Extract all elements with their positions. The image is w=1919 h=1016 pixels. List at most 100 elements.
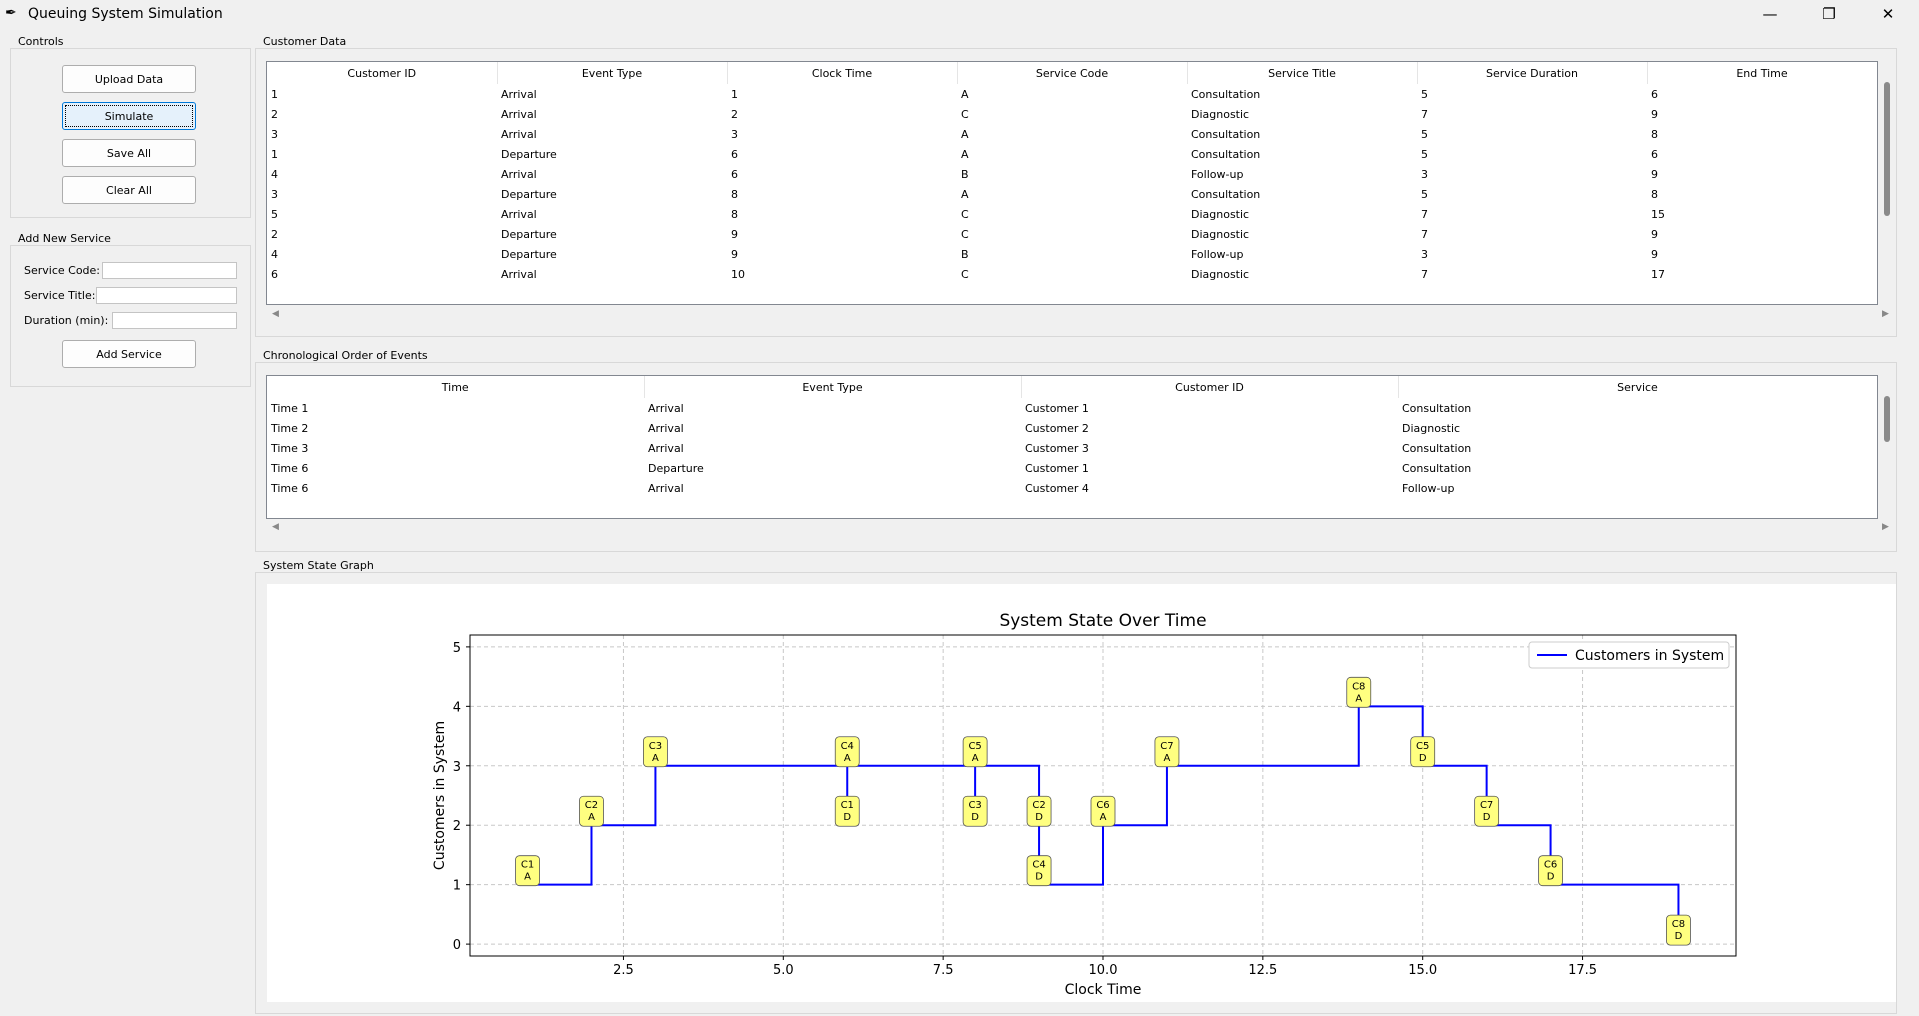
table-cell: Arrival: [501, 267, 537, 281]
table-cell: 6: [1651, 87, 1658, 101]
annotation-event-label: D: [1419, 753, 1427, 764]
table-row[interactable]: 3 Departure 8 A Consultation 5 8: [267, 184, 1877, 204]
customer-data-column-header[interactable]: Customer ID: [267, 62, 498, 84]
close-icon[interactable]: ✕: [1865, 0, 1911, 29]
table-cell: 3: [1421, 167, 1428, 181]
table-row[interactable]: 2 Arrival 2 C Diagnostic 7 9: [267, 104, 1877, 124]
table-cell: Departure: [648, 461, 704, 475]
table-cell: Diagnostic: [1191, 267, 1250, 281]
customer-data-column-header[interactable]: Service Title: [1187, 62, 1418, 84]
table-cell: 9: [731, 227, 738, 241]
table-cell: 3: [271, 187, 278, 201]
customer-data-vscrollbar[interactable]: [1884, 82, 1890, 216]
upload-data-button[interactable]: Upload Data: [62, 65, 196, 93]
annotation-customer-label: C2: [1032, 800, 1045, 811]
annotation-event-label: A: [972, 753, 979, 764]
table-cell: 7: [1421, 227, 1428, 241]
annotation-customer-label: C5: [1416, 741, 1429, 752]
table-cell: 9: [1651, 227, 1658, 241]
service-code-input[interactable]: [102, 262, 237, 279]
table-row[interactable]: 1 Arrival 1 A Consultation 5 6: [267, 84, 1877, 104]
add-service-button[interactable]: Add Service: [62, 340, 196, 368]
annotation-customer-label: C3: [649, 741, 662, 752]
table-row[interactable]: 3 Arrival 3 A Consultation 5 8: [267, 124, 1877, 144]
table-cell: 5: [1421, 87, 1428, 101]
events-column-header[interactable]: Event Type: [644, 376, 1022, 398]
duration-input[interactable]: [112, 312, 237, 329]
events-vscrollbar[interactable]: [1884, 396, 1890, 442]
events-column-header[interactable]: Customer ID: [1021, 376, 1399, 398]
table-cell: Arrival: [648, 441, 684, 455]
table-cell: Customer 4: [1025, 481, 1089, 495]
table-cell: 6: [731, 147, 738, 161]
table-cell: Arrival: [648, 421, 684, 435]
table-cell: 7: [1421, 267, 1428, 281]
table-cell: A: [961, 87, 969, 101]
y-tick-label: 3: [453, 760, 461, 775]
save-all-button[interactable]: Save All: [62, 139, 196, 167]
service-title-input[interactable]: [96, 287, 237, 304]
table-cell: Diagnostic: [1191, 207, 1250, 221]
table-cell: 2: [731, 107, 738, 121]
table-row[interactable]: Time 2 Arrival Customer 2 Diagnostic: [267, 418, 1877, 438]
customer-data-column-header[interactable]: End Time: [1647, 62, 1877, 84]
x-tick-label: 2.5: [613, 963, 634, 978]
table-row[interactable]: 2 Departure 9 C Diagnostic 7 9: [267, 224, 1877, 244]
table-cell: Customer 1: [1025, 401, 1089, 415]
table-cell: 15: [1651, 207, 1665, 221]
customer-data-column-header[interactable]: Service Code: [957, 62, 1188, 84]
table-cell: 10: [731, 267, 745, 281]
table-row[interactable]: 5 Arrival 8 C Diagnostic 7 15: [267, 204, 1877, 224]
annotation-event-label: D: [971, 812, 979, 823]
events-column-header[interactable]: Service: [1398, 376, 1877, 398]
service-code-label: Service Code:: [24, 264, 101, 277]
table-cell: 1: [271, 87, 278, 101]
customer-data-column-header[interactable]: Service Duration: [1417, 62, 1648, 84]
scroll-left-arrow-icon[interactable]: ◀: [272, 522, 279, 537]
table-row[interactable]: 4 Departure 9 B Follow-up 3 9: [267, 244, 1877, 264]
table-cell: Follow-up: [1191, 167, 1244, 181]
table-row[interactable]: Time 3 Arrival Customer 3 Consultation: [267, 438, 1877, 458]
customer-data-column-header[interactable]: Clock Time: [727, 62, 958, 84]
table-row[interactable]: 1 Departure 6 A Consultation 5 6: [267, 144, 1877, 164]
minimize-icon[interactable]: —: [1747, 0, 1793, 29]
table-row[interactable]: Time 6 Arrival Customer 4 Follow-up: [267, 478, 1877, 498]
table-cell: Arrival: [648, 401, 684, 415]
table-cell: 4: [271, 247, 278, 261]
simulate-button[interactable]: Simulate: [62, 102, 196, 130]
controls-frame-label: Controls: [16, 35, 66, 48]
clear-all-button[interactable]: Clear All: [62, 176, 196, 204]
duration-label: Duration (min):: [24, 314, 109, 327]
annotation-event-label: D: [1483, 812, 1491, 823]
annotation-event-label: D: [1675, 931, 1683, 942]
annotation-event-label: A: [588, 812, 595, 823]
table-cell: 9: [1651, 167, 1658, 181]
customer-data-column-header[interactable]: Event Type: [497, 62, 728, 84]
x-tick-label: 5.0: [773, 963, 794, 978]
x-tick-label: 17.5: [1568, 963, 1597, 978]
table-row[interactable]: Time 6 Departure Customer 1 Consultation: [267, 458, 1877, 478]
annotation-event-label: A: [524, 872, 531, 883]
events-column-header[interactable]: Time: [267, 376, 645, 398]
annotation-customer-label: C4: [841, 741, 854, 752]
table-row[interactable]: 6 Arrival 10 C Diagnostic 7 17: [267, 264, 1877, 284]
annotation-customer-label: C1: [841, 800, 854, 811]
annotation-customer-label: C6: [1096, 800, 1109, 811]
table-cell: Arrival: [648, 481, 684, 495]
scroll-left-arrow-icon[interactable]: ◀: [272, 309, 279, 324]
table-cell: 6: [1651, 147, 1658, 161]
annotation-event-label: A: [1100, 812, 1107, 823]
table-row[interactable]: Time 1 Arrival Customer 1 Consultation: [267, 398, 1877, 418]
table-cell: Departure: [501, 227, 557, 241]
customer-data-table[interactable]: Customer ID Event Type Clock Time Service C…: [266, 61, 1878, 305]
window-title: Queuing System Simulation: [28, 6, 223, 22]
events-table[interactable]: Time Event Type Customer ID Service Time 1 A…: [266, 375, 1878, 519]
table-cell: 3: [271, 127, 278, 141]
feather-icon: ✒: [5, 5, 17, 21]
annotation-customer-label: C5: [968, 741, 981, 752]
restore-icon[interactable]: ❐: [1806, 0, 1852, 29]
scroll-right-arrow-icon[interactable]: ▶: [1882, 309, 1889, 324]
table-cell: B: [961, 247, 969, 261]
scroll-right-arrow-icon[interactable]: ▶: [1882, 522, 1889, 537]
table-row[interactable]: 4 Arrival 6 B Follow-up 3 9: [267, 164, 1877, 184]
